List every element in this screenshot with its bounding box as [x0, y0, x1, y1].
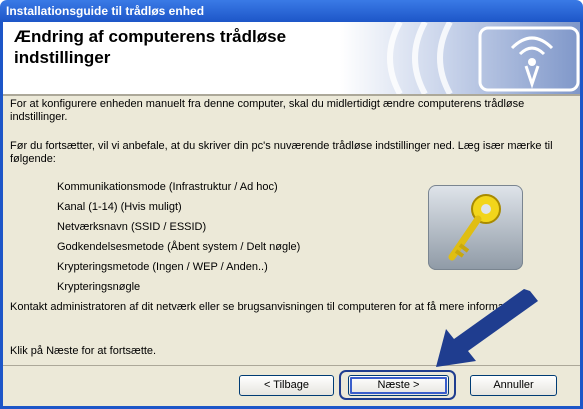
- list-item: Kanal (1-14) (Hvis muligt): [57, 201, 182, 213]
- header-graphic: [340, 22, 580, 94]
- cancel-button[interactable]: Annuller: [470, 375, 557, 396]
- header-banner: Ændring af computerens trådløse indstill…: [3, 22, 580, 94]
- list-item: Godkendelsesmetode (Åbent system / Delt …: [57, 241, 301, 253]
- instruction-text: Før du fortsætter, vil vi anbefale, at d…: [10, 140, 553, 165]
- wireless-signal-icon: [387, 22, 580, 94]
- key-icon: [428, 185, 523, 270]
- next-button-highlight: [339, 370, 456, 400]
- list-item: Kommunikationsmode (Infrastruktur / Ad h…: [57, 181, 278, 193]
- pointer-arrow-icon: [436, 289, 538, 367]
- window-title: Installationsguide til trådløs enhed: [6, 4, 205, 18]
- list-item: Netværksnavn (SSID / ESSID): [57, 221, 207, 233]
- list-item: Krypteringsmetode (Ingen / WEP / Anden..…: [57, 261, 268, 273]
- installer-window: Installationsguide til trådløs enhed Ænd…: [0, 0, 583, 409]
- intro-text: For at konfigurere enheden manuelt fra d…: [10, 98, 525, 123]
- list-item: Krypteringsnøgle: [57, 281, 141, 293]
- window-titlebar[interactable]: Installationsguide til trådløs enhed: [0, 0, 583, 22]
- back-button[interactable]: < Tilbage: [239, 375, 334, 396]
- page-title: Ændring af computerens trådløse indstill…: [14, 27, 287, 67]
- header-separator: [3, 94, 580, 96]
